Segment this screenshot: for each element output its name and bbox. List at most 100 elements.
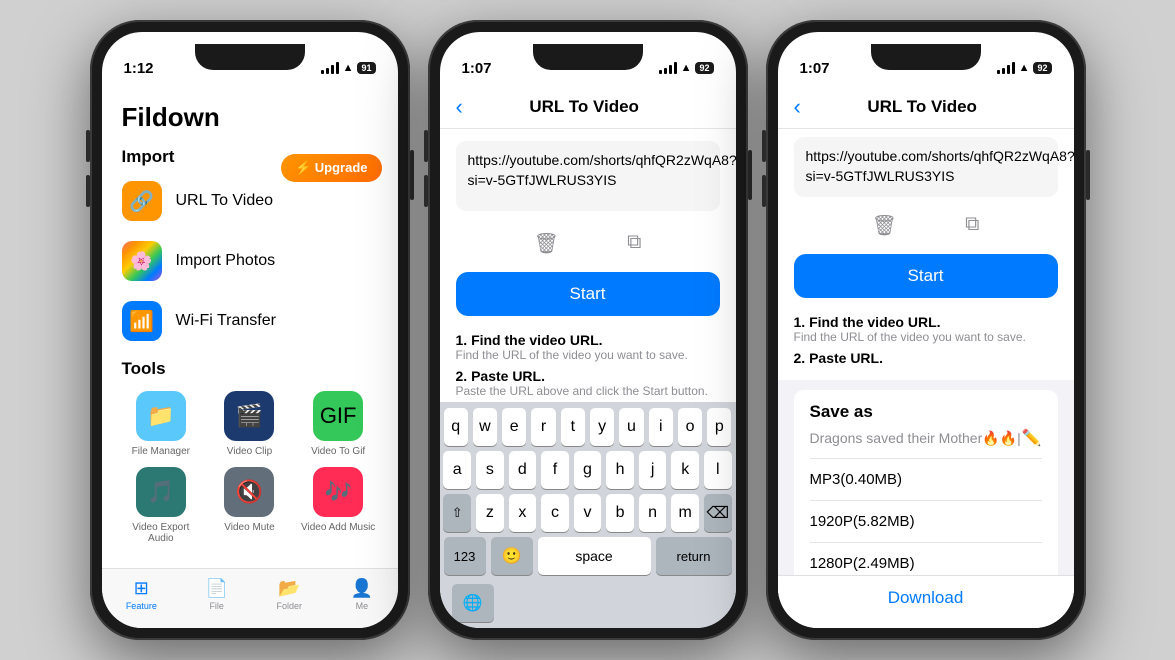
url-text-3: https://youtube.com/shorts/qhfQR2zWqA8?s… (806, 147, 1046, 186)
phone-screen-3: 1:07 ▲ 92 (778, 32, 1074, 628)
key-c[interactable]: c (541, 494, 569, 532)
key-emoji[interactable]: 🙂 (491, 537, 533, 575)
delete-icon-2[interactable]: 🗑 (534, 231, 559, 256)
status-time-1: 1:12 (124, 60, 154, 77)
key-l[interactable]: l (704, 451, 732, 489)
step-1-title: 1. Find the video URL. (456, 332, 720, 348)
delete-icon-3[interactable]: 🗑 (872, 213, 897, 238)
key-globe[interactable]: 🌐 (452, 584, 494, 622)
tool-video-gif[interactable]: GIF Video To Gif (299, 391, 378, 457)
key-shift[interactable]: ⇧ (443, 494, 471, 532)
menu-item-photos[interactable]: 🌸 Import Photos (102, 231, 398, 291)
key-backspace[interactable]: ⌫ (704, 494, 732, 532)
format-1920p[interactable]: 1920P(5.82MB) (810, 501, 1042, 542)
key-x[interactable]: x (509, 494, 537, 532)
key-o[interactable]: o (678, 408, 702, 446)
upgrade-button[interactable]: ⚡ Upgrade (281, 154, 382, 182)
instructions-3: 1. Find the video URL. Find the URL of t… (778, 306, 1074, 380)
copy-icon-2[interactable]: ⧉ (627, 231, 641, 256)
key-space[interactable]: space (538, 537, 651, 575)
p3-step-1-title: 1. Find the video URL. (794, 314, 1058, 330)
tab-feature-label: Feature (126, 601, 157, 611)
key-b[interactable]: b (606, 494, 634, 532)
key-n[interactable]: n (639, 494, 667, 532)
video-gif-label: Video To Gif (311, 446, 365, 457)
key-t[interactable]: t (561, 408, 585, 446)
key-w[interactable]: w (473, 408, 497, 446)
url-header-2: ‹ URL To Video (440, 86, 736, 129)
url-video-icon: 🔗 (122, 181, 162, 221)
tool-video-export[interactable]: 🎵 Video Export Audio (122, 467, 201, 544)
video-music-icon: 🎶 (313, 467, 363, 517)
tab-me-icon: 👤 (351, 578, 373, 599)
tool-file-manager[interactable]: 📁 File Manager (122, 391, 201, 457)
back-button-3[interactable]: ‹ (794, 94, 801, 120)
key-v[interactable]: v (574, 494, 602, 532)
tab-folder[interactable]: 📂 Folder (277, 578, 303, 611)
notch-3 (871, 44, 981, 70)
tab-folder-label: Folder (277, 601, 303, 611)
url-input-area-2[interactable]: https://youtube.com/shorts/qhfQR2zWqA8?s… (456, 141, 720, 211)
key-r[interactable]: r (531, 408, 555, 446)
step-1: 1. Find the video URL. Find the URL of t… (456, 332, 720, 362)
key-s[interactable]: s (476, 451, 504, 489)
key-y[interactable]: y (590, 408, 614, 446)
tool-video-clip[interactable]: 🎬 Video Clip (210, 391, 289, 457)
url-actions-3: 🗑 ⧉ (778, 205, 1074, 246)
tool-video-music[interactable]: 🎶 Video Add Music (299, 467, 378, 544)
screen-content-2: ‹ URL To Video https://youtube.com/short… (440, 86, 736, 628)
key-p[interactable]: p (707, 408, 731, 446)
download-button[interactable]: Download (778, 575, 1074, 628)
menu-item-wifi[interactable]: 📶 Wi-Fi Transfer (102, 291, 398, 351)
key-return[interactable]: return (656, 537, 732, 575)
status-badge-3: 92 (1033, 62, 1051, 74)
video-export-icon: 🎵 (136, 467, 186, 517)
tool-video-mute[interactable]: 🔇 Video Mute (210, 467, 289, 544)
kb-row-4: 123 🙂 space return (444, 537, 732, 575)
video-export-label: Video Export Audio (122, 522, 201, 544)
kb-row-1: q w e r t y u i o p (444, 408, 732, 446)
key-q[interactable]: q (444, 408, 468, 446)
step-2-desc: Paste the URL above and click the Start … (456, 384, 720, 398)
copy-icon-3[interactable]: ⧉ (965, 213, 979, 238)
phone-body-3: 1:07 ▲ 92 (766, 20, 1086, 640)
phone-body-2: 1:07 ▲ 92 ‹ URL (428, 20, 748, 640)
key-e[interactable]: e (502, 408, 526, 446)
wifi-icon-3: ▲ (1019, 62, 1030, 74)
tab-feature[interactable]: ⊞ Feature (126, 578, 157, 611)
key-m[interactable]: m (671, 494, 699, 532)
tab-folder-icon: 📂 (278, 578, 300, 599)
key-k[interactable]: k (671, 451, 699, 489)
start-button-2[interactable]: Start (456, 272, 720, 316)
kb-row-2: a s d f g h j k l (444, 451, 732, 489)
key-i[interactable]: i (649, 408, 673, 446)
key-h[interactable]: h (606, 451, 634, 489)
status-time-2: 1:07 (462, 60, 492, 77)
key-f[interactable]: f (541, 451, 569, 489)
edit-filename-icon[interactable]: ✏️ (1022, 428, 1042, 448)
key-u[interactable]: u (619, 408, 643, 446)
url-text-2: https://youtube.com/shorts/qhfQR2zWqA8?s… (468, 151, 708, 190)
key-123[interactable]: 123 (444, 537, 486, 575)
back-button-2[interactable]: ‹ (456, 94, 463, 120)
key-j[interactable]: j (639, 451, 667, 489)
key-g[interactable]: g (574, 451, 602, 489)
tab-file[interactable]: 📄 File (205, 578, 227, 611)
key-a[interactable]: a (443, 451, 471, 489)
save-as-filename: Dragons saved their Mother🔥🔥| ✏️ (810, 428, 1042, 448)
screen-content-3: ‹ URL To Video https://youtube.com/short… (778, 86, 1074, 628)
phone-screen-1: 1:12 ▲ 91 Fildown (102, 32, 398, 628)
notch-2 (533, 44, 643, 70)
p3-step-1-desc: Find the URL of the video you want to sa… (794, 330, 1058, 344)
p3-header-bg: ‹ URL To Video https://youtube.com/short… (778, 86, 1074, 380)
key-d[interactable]: d (509, 451, 537, 489)
import-photos-label: Import Photos (176, 252, 276, 270)
url-input-area-3[interactable]: https://youtube.com/shorts/qhfQR2zWqA8?s… (794, 137, 1058, 197)
tab-file-icon: 📄 (205, 578, 227, 599)
start-button-3[interactable]: Start (794, 254, 1058, 298)
status-icons-2: ▲ 92 (659, 62, 714, 74)
key-z[interactable]: z (476, 494, 504, 532)
tab-me[interactable]: 👤 Me (351, 578, 373, 611)
format-mp3[interactable]: MP3(0.40MB) (810, 459, 1042, 500)
signal-bars-1 (321, 62, 339, 74)
